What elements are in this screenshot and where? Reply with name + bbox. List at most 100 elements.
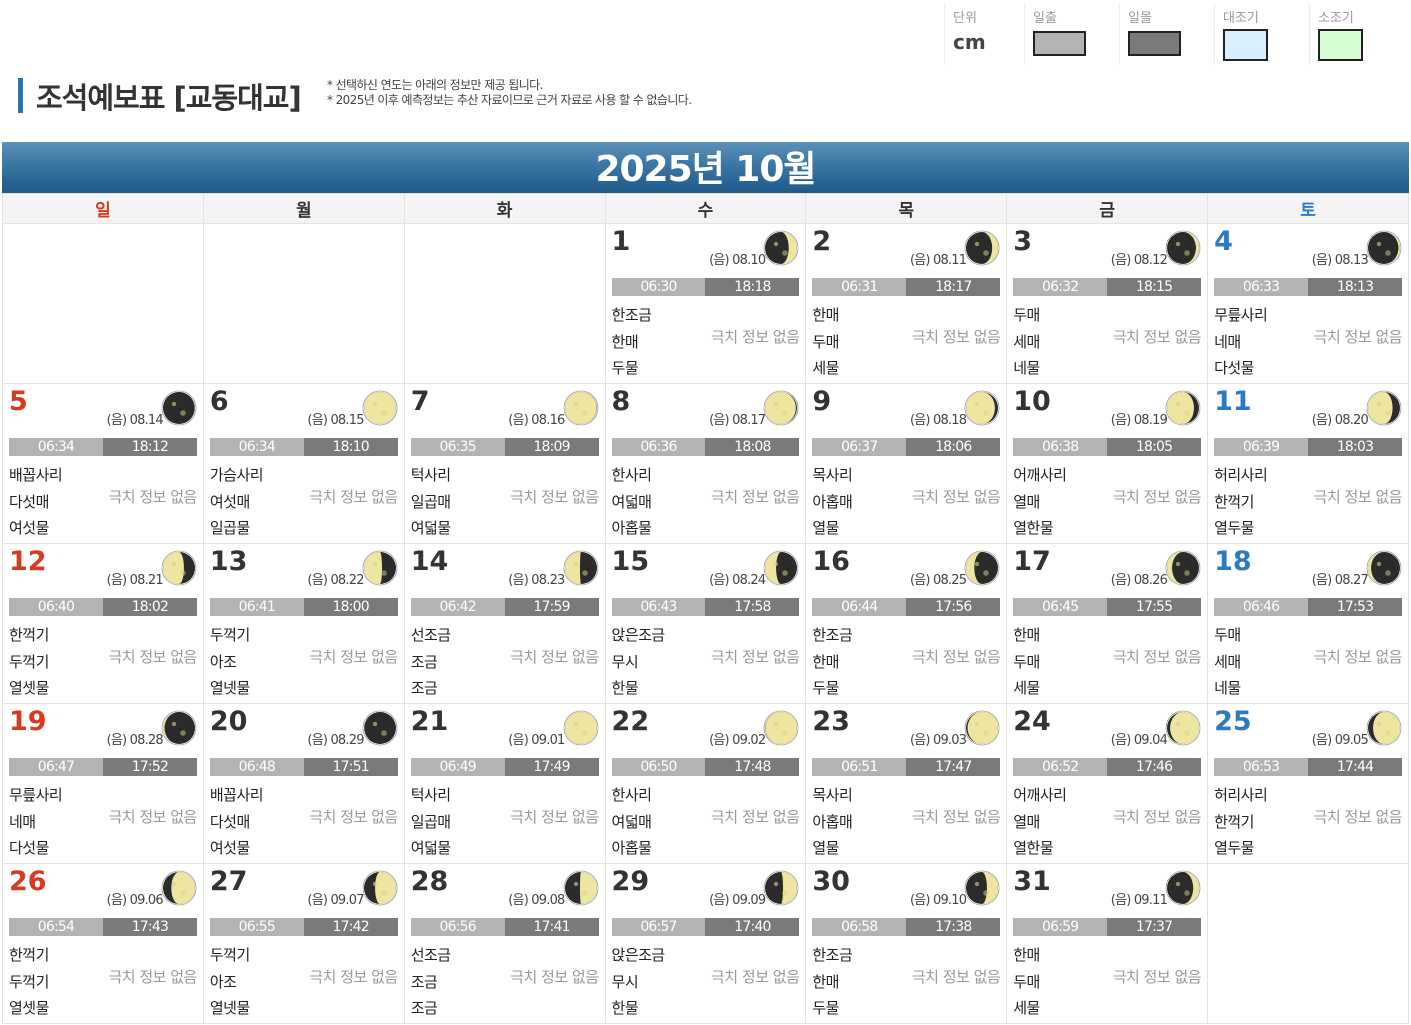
- tide-name-3: 네물: [1013, 359, 1040, 377]
- week-row: 12 (음) 08.21 06:40 18:02 한꺽기 두꺽기 열셋물 극치 …: [2, 543, 1409, 704]
- day-cell[interactable]: 14 (음) 08.23 06:42 17:59 선조금 조금 조금 극치 정보…: [403, 543, 606, 704]
- day-cell[interactable]: 25 (음) 09.05 06:53 17:44 허리사리 한꺽기 열두물 극치…: [1207, 703, 1409, 864]
- day-cell[interactable]: 24 (음) 09.04 06:52 17:46 어깨사리 열매 열한물 극치 …: [1006, 703, 1209, 864]
- moon-phase-icon: [1366, 390, 1402, 426]
- moon-phase-icon: [563, 390, 598, 426]
- day-cell[interactable]: 10 (음) 08.19 06:38 18:05 어깨사리 열매 열한물 극치 …: [1006, 383, 1209, 544]
- tide-name-3: 열한물: [1013, 839, 1054, 857]
- day-cell[interactable]: 4 (음) 08.13 06:33 18:13 무릎사리 네매 다섯물 극치 정…: [1207, 223, 1409, 384]
- tide-name-1: 허리사리: [1214, 786, 1268, 804]
- sunrise-time: 06:54: [9, 918, 103, 936]
- moon-phase-icon: [1165, 390, 1201, 426]
- day-cell[interactable]: 8 (음) 08.17 06:36 18:08 한사리 여덟매 아홉물 극치 정…: [604, 383, 807, 544]
- sun-times-bar: 06:41 18:00: [209, 598, 398, 616]
- week-row: 1 (음) 08.10 06:30 18:18 한조금 한매 두물 극치 정보 …: [2, 223, 1409, 384]
- day-cell[interactable]: 6 (음) 08.15 06:34 18:10 가슴사리 여섯매 일곱물 극치 …: [202, 383, 405, 544]
- day-cell[interactable]: 29 (음) 09.09 06:57 17:40 앉은조금 무시 한물 극치 정…: [604, 863, 807, 1024]
- day-cell[interactable]: 20 (음) 08.29 06:48 17:51 배꼽사리 다섯매 여섯물 극치…: [202, 703, 405, 864]
- day-cell[interactable]: 3 (음) 08.12 06:32 18:15 두매 세매 네물 극치 정보 없…: [1006, 223, 1209, 384]
- tide-name-3: 다섯물: [9, 839, 49, 857]
- weekday-wed: 수: [604, 193, 807, 224]
- sun-times-bar: 06:45 17:55: [1013, 598, 1202, 616]
- day-number: 7: [410, 386, 430, 417]
- tide-name-2: 두꺽기: [9, 653, 49, 671]
- day-cell[interactable]: 30 (음) 09.10 06:58 17:38 한조금 한매 두물 극치 정보…: [805, 863, 1008, 1024]
- no-extreme-info: 극치 정보 없음: [1112, 808, 1202, 826]
- sunset-time: 18:05: [1107, 438, 1202, 456]
- day-cell[interactable]: 22 (음) 09.02 06:50 17:48 한사리 여덟매 아홉물 극치 …: [604, 703, 807, 864]
- sun-times-bar: 06:57 17:40: [611, 918, 800, 936]
- tide-name-3: 다섯물: [1214, 359, 1254, 377]
- legend-neap-tide-swatch: [1318, 29, 1363, 61]
- day-cell[interactable]: 28 (음) 09.08 06:56 17:41 선조금 조금 조금 극치 정보…: [403, 863, 606, 1024]
- day-cell[interactable]: 7 (음) 08.16 06:35 18:09 턱사리 일곱매 여덟물 극치 정…: [403, 383, 606, 544]
- tide-name-2: 세매: [1214, 653, 1241, 671]
- legend-sunrise: 일출: [1024, 3, 1119, 65]
- day-cell[interactable]: 21 (음) 09.01 06:49 17:49 턱사리 일곱매 여덟물 극치 …: [403, 703, 606, 864]
- sunset-time: 18:06: [906, 438, 1001, 456]
- tide-name-2: 한꺽기: [1214, 813, 1254, 831]
- day-cell[interactable]: 5 (음) 08.14 06:34 18:12 배꼽사리 다섯매 여섯물 극치 …: [2, 383, 204, 544]
- day-cell[interactable]: 17 (음) 08.26 06:45 17:55 한매 두매 세물 극치 정보 …: [1006, 543, 1209, 704]
- day-cell[interactable]: 16 (음) 08.25 06:44 17:56 한조금 한매 두물 극치 정보…: [805, 543, 1008, 704]
- no-extreme-info: 극치 정보 없음: [1313, 648, 1403, 666]
- tide-name-2: 무시: [611, 973, 639, 991]
- sunset-time: 18:12: [102, 438, 197, 456]
- legend-unit-label: 단위: [953, 11, 977, 26]
- day-cell[interactable]: 19 (음) 08.28 06:47 17:52 무릎사리 네매 다섯물 극치 …: [2, 703, 204, 864]
- weekday-header: 일 월 화 수 목 금 토: [2, 193, 1409, 224]
- tide-name-1: 턱사리: [410, 466, 451, 484]
- day-cell[interactable]: 13 (음) 08.22 06:41 18:00 두꺽기 아조 열넷물 극치 정…: [202, 543, 405, 704]
- sunset-time: 18:13: [1308, 278, 1402, 296]
- sunset-time: 17:55: [1107, 598, 1202, 616]
- tide-name-3: 네물: [1214, 679, 1241, 697]
- day-cell[interactable]: 1 (음) 08.10 06:30 18:18 한조금 한매 두물 극치 정보 …: [604, 223, 807, 384]
- day-cell[interactable]: 11 (음) 08.20 06:39 18:03 허리사리 한꺽기 열두물 극치…: [1207, 383, 1409, 544]
- day-cell[interactable]: 15 (음) 08.24 06:43 17:58 앉은조금 무시 한물 극치 정…: [604, 543, 807, 704]
- day-cell[interactable]: 26 (음) 09.06 06:54 17:43 한꺽기 두꺽기 열셋물 극치 …: [2, 863, 204, 1024]
- tide-name-3: 아홉물: [611, 519, 652, 537]
- day-number: 8: [611, 386, 631, 417]
- day-cell[interactable]: 31 (음) 09.11 06:59 17:37 한매 두매 세물 극치 정보 …: [1006, 863, 1209, 1024]
- sunrise-time: 06:40: [9, 598, 103, 616]
- tide-name-2: 일곱매: [410, 813, 451, 831]
- lunar-date: (음) 08.22: [307, 573, 364, 588]
- moon-phase-icon: [1165, 710, 1201, 746]
- legend-sunset-label: 일몰: [1128, 11, 1152, 26]
- day-cell[interactable]: 23 (음) 09.03 06:51 17:47 목사리 아홉매 열물 극치 정…: [805, 703, 1008, 864]
- tide-name-3: 일곱물: [209, 519, 250, 537]
- day-number: 20: [209, 706, 248, 737]
- tide-name-1: 두꺽기: [209, 626, 250, 644]
- lunar-date: (음) 08.21: [106, 573, 164, 588]
- moon-phase-icon: [161, 390, 197, 426]
- tide-name-2: 한꺽기: [1214, 493, 1254, 511]
- tide-name-1: 턱사리: [410, 786, 451, 804]
- no-extreme-info: 극치 정보 없음: [911, 488, 1001, 506]
- tide-name-1: 한조금: [611, 306, 652, 324]
- empty-day-cell: [2, 223, 204, 384]
- tide-name-1: 한매: [1013, 946, 1040, 964]
- day-cell[interactable]: 18 (음) 08.27 06:46 17:53 두매 세매 네물 극치 정보 …: [1207, 543, 1409, 704]
- sunset-time: 17:43: [102, 918, 197, 936]
- no-extreme-info: 극치 정보 없음: [1313, 808, 1403, 826]
- tide-name-2: 네매: [1214, 333, 1241, 351]
- no-extreme-info: 극치 정보 없음: [108, 648, 198, 666]
- legend-sunset: 일몰: [1119, 3, 1214, 65]
- sunrise-time: 06:34: [9, 438, 103, 456]
- day-cell[interactable]: 2 (음) 08.11 06:31 18:17 한매 두매 세물 극치 정보 없…: [805, 223, 1008, 384]
- sun-times-bar: 06:34 18:12: [9, 438, 197, 456]
- weekday-fri: 금: [1006, 193, 1209, 224]
- lunar-date: (음) 08.11: [909, 253, 967, 268]
- no-extreme-info: 극치 정보 없음: [108, 488, 198, 506]
- moon-phase-icon: [964, 550, 1000, 586]
- tide-name-1: 두매: [1214, 626, 1241, 644]
- day-cell[interactable]: 12 (음) 08.21 06:40 18:02 한꺽기 두꺽기 열셋물 극치 …: [2, 543, 204, 704]
- day-cell[interactable]: 27 (음) 09.07 06:55 17:42 두꺽기 아조 열넷물 극치 정…: [202, 863, 405, 1024]
- sunset-time: 17:49: [504, 758, 599, 776]
- tide-name-1: 한사리: [611, 786, 652, 804]
- tide-name-2: 일곱매: [410, 493, 451, 511]
- tide-name-2: 다섯매: [209, 813, 250, 831]
- day-cell[interactable]: 9 (음) 08.18 06:37 18:06 목사리 아홉매 열물 극치 정보…: [805, 383, 1008, 544]
- sun-times-bar: 06:36 18:08: [611, 438, 800, 456]
- day-number: 19: [9, 706, 47, 737]
